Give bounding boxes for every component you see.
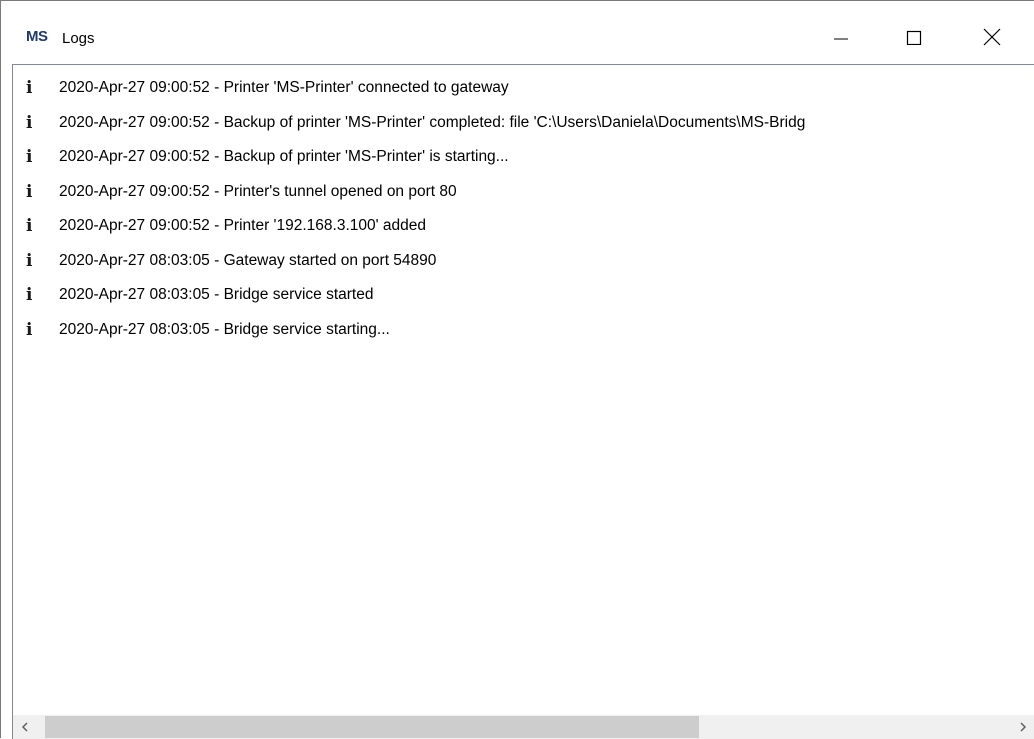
app-logo: MS <box>26 28 48 45</box>
scroll-right-button[interactable] <box>1011 715 1034 739</box>
log-text: 2020-Apr-27 08:03:05 - Gateway started o… <box>59 251 437 269</box>
close-icon <box>983 28 1001 46</box>
log-row[interactable]: i 2020-Apr-27 08:03:05 - Bridge service s… <box>13 278 1034 313</box>
log-text: 2020-Apr-27 08:03:05 - Bridge service st… <box>59 320 390 338</box>
log-row[interactable]: i 2020-Apr-27 09:00:52 - Printer 'MS-Prin… <box>13 71 1034 106</box>
close-button[interactable] <box>969 15 1015 59</box>
maximize-icon <box>906 30 922 45</box>
log-text: 2020-Apr-27 09:00:52 - Backup of printer… <box>59 148 509 166</box>
info-icon: i <box>26 112 33 133</box>
minimize-icon <box>834 38 848 40</box>
info-icon: i <box>26 216 33 237</box>
log-row[interactable]: i 2020-Apr-27 09:00:52 - Backup of printe… <box>13 106 1034 141</box>
log-text: 2020-Apr-27 09:00:52 - Backup of printer… <box>59 113 806 131</box>
maximize-button[interactable] <box>891 15 937 59</box>
log-row[interactable]: i 2020-Apr-27 09:00:52 - Printer's tunnel… <box>13 175 1034 210</box>
log-list-panel[interactable]: i 2020-Apr-27 09:00:52 - Printer 'MS-Prin… <box>12 64 1034 739</box>
info-icon: i <box>26 285 33 306</box>
info-icon: i <box>26 147 33 168</box>
info-icon: i <box>26 319 33 340</box>
log-text: 2020-Apr-27 09:00:52 - Printer '192.168.… <box>59 217 426 235</box>
log-text: 2020-Apr-27 08:03:05 - Bridge service st… <box>59 286 374 304</box>
horizontal-scrollbar[interactable] <box>13 715 1034 739</box>
log-list: i 2020-Apr-27 09:00:52 - Printer 'MS-Prin… <box>13 71 1034 347</box>
log-text: 2020-Apr-27 09:00:52 - Printer 'MS-Print… <box>59 79 509 97</box>
chevron-right-icon <box>1020 722 1027 732</box>
info-icon: i <box>26 250 33 271</box>
chevron-left-icon <box>21 722 28 732</box>
log-row[interactable]: i 2020-Apr-27 08:03:05 - Bridge service s… <box>13 313 1034 348</box>
log-row[interactable]: i 2020-Apr-27 08:03:05 - Gateway started … <box>13 244 1034 279</box>
title-bar[interactable]: MS Logs <box>1 1 1034 63</box>
logs-window: MS Logs i 2020-Apr-27 09:00:52 - Printer … <box>0 0 1034 739</box>
window-title: Logs <box>62 30 95 47</box>
log-row[interactable]: i 2020-Apr-27 09:00:52 - Printer '192.168… <box>13 209 1034 244</box>
minimize-button[interactable] <box>818 15 864 59</box>
info-icon: i <box>26 181 33 202</box>
log-row[interactable]: i 2020-Apr-27 09:00:52 - Backup of printe… <box>13 140 1034 175</box>
scroll-thumb[interactable] <box>45 716 699 738</box>
log-text: 2020-Apr-27 09:00:52 - Printer's tunnel … <box>59 182 457 200</box>
scroll-left-button[interactable] <box>13 715 37 739</box>
info-icon: i <box>26 78 33 99</box>
